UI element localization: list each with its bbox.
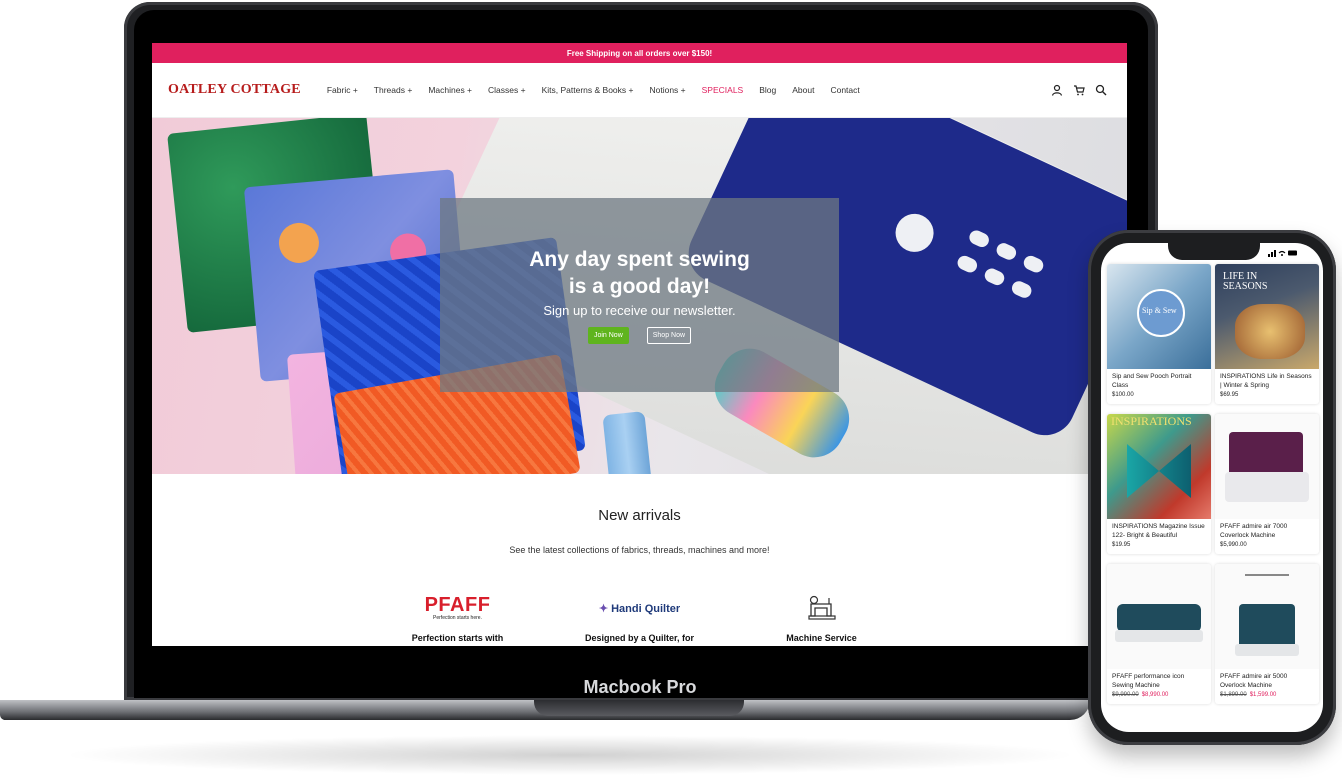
product-badge: Sip & Sew: [1142, 306, 1177, 315]
quilt-star-icon: ✦: [598, 602, 609, 615]
pfaff-tagline: Perfection starts here.: [433, 615, 482, 621]
product-image: INSPIRATIONS: [1107, 414, 1211, 519]
menu-classes[interactable]: Classes +: [488, 85, 526, 95]
brand-caption: Perfection starts with: [411, 633, 504, 643]
nav-icons: [1051, 84, 1107, 96]
product-title: PFAFF performance icon Sewing Machine: [1112, 673, 1185, 689]
product-card[interactable]: Sip & Sew Sip and Sew Pooch Portrait Cla…: [1107, 264, 1211, 404]
brand-list: PFAFF Perfection starts here. Perfection…: [152, 589, 1127, 643]
product-price: $19.95: [1112, 542, 1131, 548]
product-title: INSPIRATIONS Magazine Issue 122- Bright …: [1112, 523, 1205, 539]
hero-title: Any day spent sewing is a good day!: [529, 248, 750, 298]
menu-fabric[interactable]: Fabric +: [327, 85, 358, 95]
menu-threads[interactable]: Threads +: [374, 85, 413, 95]
menu-machines[interactable]: Machines +: [428, 85, 472, 95]
user-icon[interactable]: [1051, 84, 1063, 96]
product-image: Sip & Sew: [1107, 264, 1211, 369]
main-nav: OATLEY COTTAGE Fabric + Threads + Machin…: [152, 63, 1127, 118]
new-arrivals-section: New arrivals See the latest collections …: [152, 507, 1127, 643]
cart-icon[interactable]: [1073, 84, 1085, 96]
product-image: [1215, 414, 1319, 519]
product-badge: LIFE IN SEASONS: [1223, 271, 1268, 292]
laptop-notch: [534, 700, 744, 716]
menu-notions[interactable]: Notions +: [649, 85, 685, 95]
product-price: $9,990.00 $8,990.00: [1112, 692, 1169, 698]
menu: Fabric + Threads + Machines + Classes + …: [327, 85, 860, 95]
product-title: PFAFF admire air 7000 Coverlock Machine: [1220, 523, 1288, 539]
product-image: LIFE IN SEASONS: [1215, 264, 1319, 369]
product-card[interactable]: PFAFF admire air 5000 Overlock Machine $…: [1215, 564, 1319, 704]
menu-blog[interactable]: Blog: [759, 85, 776, 95]
product-card[interactable]: INSPIRATIONS INSPIRATIONS Magazine Issue…: [1107, 414, 1211, 554]
laptop-screen: Free Shipping on all orders over $150! O…: [152, 43, 1127, 646]
phone-screen: Sip & Sew Sip and Sew Pooch Portrait Cla…: [1101, 243, 1323, 732]
device-label: Macbook Pro: [583, 677, 697, 697]
product-card[interactable]: LIFE IN SEASONS INSPIRATIONS Life in Sea…: [1215, 264, 1319, 404]
product-price: $5,990.00: [1220, 542, 1247, 548]
handi-quilter-logo: ✦ Handi Quilter: [598, 602, 681, 615]
product-badge: INSPIRATIONS: [1111, 414, 1192, 428]
menu-about[interactable]: About: [792, 85, 814, 95]
product-price: $1,899.00 $1,599.00: [1220, 692, 1277, 698]
phone-notch: [1168, 238, 1260, 260]
product-card[interactable]: PFAFF performance icon Sewing Machine $9…: [1107, 564, 1211, 704]
brand-caption: Designed by a Quilter, for: [584, 633, 695, 643]
brand-pfaff[interactable]: PFAFF Perfection starts here. Perfection…: [390, 589, 526, 643]
laptop-shadow: [60, 735, 1080, 775]
product-title: INSPIRATIONS Life in Seasons | Winter & …: [1220, 373, 1312, 389]
product-grid: Sip & Sew Sip and Sew Pooch Portrait Cla…: [1107, 264, 1319, 704]
product-image: [1107, 564, 1211, 669]
arrivals-subtitle: See the latest collections of fabrics, t…: [509, 545, 770, 555]
thread-spool: [602, 411, 654, 474]
brand-caption: Machine Service: [786, 633, 857, 643]
signal-icon: [1268, 250, 1297, 257]
menu-contact[interactable]: Contact: [830, 85, 859, 95]
sewing-machine-icon: [807, 595, 836, 620]
product-price: $69.95: [1220, 392, 1239, 398]
product-title: Sip and Sew Pooch Portrait Class: [1112, 373, 1192, 389]
product-image: [1215, 564, 1319, 669]
product-card[interactable]: PFAFF admire air 7000 Coverlock Machine …: [1215, 414, 1319, 554]
pfaff-logo: PFAFF: [424, 594, 491, 616]
newsletter-box: Any day spent sewing is a good day! Sign…: [440, 198, 839, 392]
site-logo[interactable]: OATLEY COTTAGE: [168, 82, 301, 98]
hero-banner: Any day spent sewing is a good day! Sign…: [152, 118, 1127, 474]
brand-machine-service[interactable]: Machine Service: [754, 589, 890, 643]
menu-specials[interactable]: SPECIALS: [702, 85, 744, 95]
menu-kits[interactable]: Kits, Patterns & Books +: [542, 85, 634, 95]
join-now-button[interactable]: Join Now: [587, 327, 629, 344]
status-icons: [1268, 249, 1298, 259]
search-icon[interactable]: [1095, 84, 1107, 96]
hero-subtitle: Sign up to receive our newsletter.: [543, 303, 736, 318]
arrivals-title: New arrivals: [598, 507, 681, 524]
product-title: PFAFF admire air 5000 Overlock Machine: [1220, 673, 1288, 689]
product-price: $100.00: [1112, 392, 1134, 398]
promo-bar[interactable]: Free Shipping on all orders over $150!: [152, 43, 1127, 63]
brand-handi-quilter[interactable]: ✦ Handi Quilter Designed by a Quilter, f…: [572, 589, 708, 644]
shop-now-button[interactable]: Shop Now: [646, 327, 692, 344]
